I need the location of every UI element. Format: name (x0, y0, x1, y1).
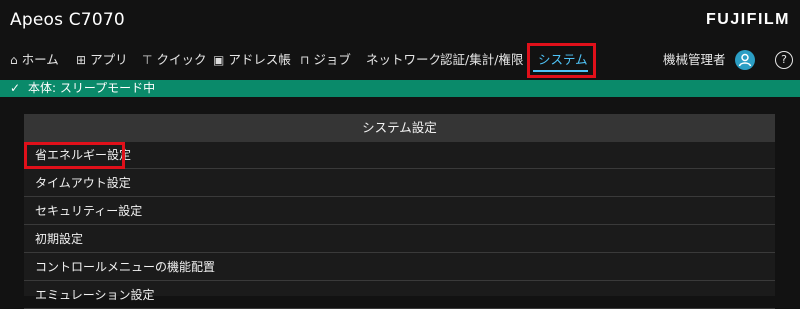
nav-item-network[interactable]: ネットワーク (366, 42, 441, 78)
settings-row-label: タイムアウト設定 (35, 176, 131, 190)
settings-row-security[interactable]: セキュリティー設定 (24, 198, 775, 225)
nav-item-label: 認証/集計/権限 (440, 52, 524, 67)
system-settings-panel: システム設定 省エネルギー設定 タイムアウト設定 セキュリティー設定 初期設定 … (24, 114, 775, 309)
admin-label[interactable]: 機械管理者 (663, 42, 726, 78)
nav-item-job[interactable]: ⊓ ジョブ (300, 42, 351, 78)
job-icon: ⊓ (300, 53, 310, 67)
status-bar: ✓ 本体: スリープモード中 (0, 80, 800, 97)
settings-row-control-menu[interactable]: コントロールメニューの機能配置 (24, 254, 775, 281)
panel-title: システム設定 (24, 114, 775, 142)
address-book-icon: ▣ (213, 53, 225, 67)
nav-item-label: クイック (156, 52, 207, 67)
nav-item-address-book[interactable]: ▣ アドレス帳 (213, 42, 291, 78)
user-avatar-icon[interactable] (735, 50, 755, 70)
nav-item-quick[interactable]: ⊤ クイック (142, 42, 206, 78)
nav-item-label: ジョブ (313, 52, 351, 67)
nav-item-label: ホーム (21, 52, 59, 67)
settings-row-label: セキュリティー設定 (35, 204, 143, 218)
settings-row-timeout[interactable]: タイムアウト設定 (24, 170, 775, 197)
nav-item-label: ネットワーク (366, 52, 442, 67)
settings-row-label: 初期設定 (35, 232, 84, 246)
apps-icon: ⊞ (76, 53, 87, 67)
nav-item-home[interactable]: ⌂ ホーム (10, 42, 59, 78)
home-icon: ⌂ (10, 53, 18, 67)
nav-item-label: アプリ (90, 52, 128, 67)
settings-row-energy-saver[interactable]: 省エネルギー設定 (24, 142, 775, 169)
nav-item-apps[interactable]: ⊞ アプリ (76, 42, 128, 78)
settings-row-label: コントロールメニューの機能配置 (35, 260, 216, 274)
brand-logo: FUJIFILM (706, 11, 790, 28)
nav-item-label: アドレス帳 (228, 52, 291, 67)
device-title: Apeos C7070 (10, 10, 125, 30)
highlight-system-tab (527, 43, 596, 78)
check-icon: ✓ (10, 81, 21, 95)
status-text: 本体: スリープモード中 (28, 81, 156, 95)
settings-row-initial[interactable]: 初期設定 (24, 226, 775, 253)
quick-icon: ⊤ (142, 53, 153, 67)
highlight-energy-saver (24, 142, 125, 169)
nav-item-auth[interactable]: 認証/集計/権限 (440, 42, 523, 78)
top-header: Apeos C7070 FUJIFILM ⌂ ホーム ⊞ アプリ ⊤ クイック ▣ アド… (0, 0, 800, 80)
help-icon[interactable]: ? (775, 51, 793, 69)
